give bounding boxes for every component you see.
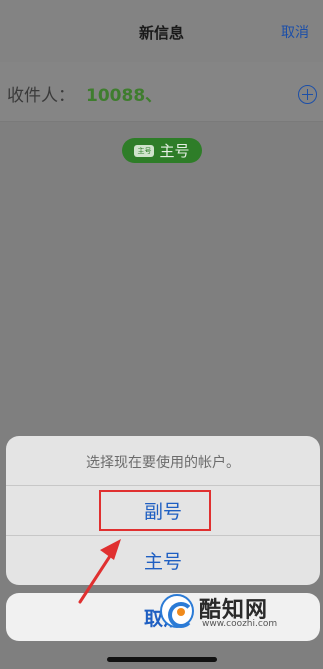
- home-indicator: [107, 657, 217, 662]
- watermark-logo-icon: [160, 594, 194, 628]
- watermark: 酷知网 www.coozhi.com: [156, 590, 294, 634]
- watermark-url: www.coozhi.com: [202, 619, 278, 629]
- annotation-arrow-icon: [78, 539, 121, 604]
